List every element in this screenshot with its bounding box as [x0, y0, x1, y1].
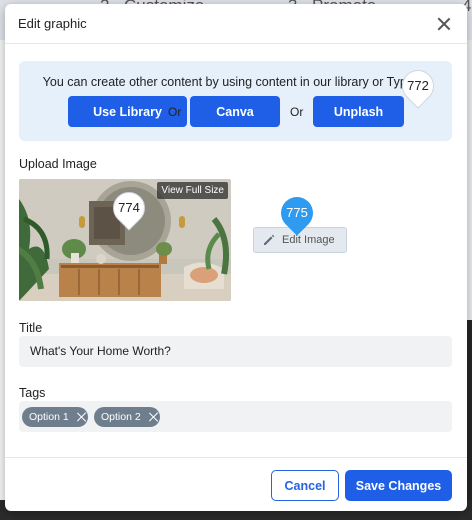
remove-tag-icon[interactable]	[76, 411, 88, 423]
content-source-banner: You can create other content by using co…	[19, 61, 452, 141]
modal-header: Edit graphic	[5, 4, 467, 44]
tag-chip: Option 2	[94, 407, 160, 427]
pencil-icon	[264, 234, 275, 245]
title-input-value: What's Your Home Worth?	[30, 344, 171, 358]
tag-chip-label: Option 2	[101, 411, 141, 423]
upload-image-label: Upload Image	[19, 157, 97, 171]
tags-input[interactable]: Option 1 Option 2	[19, 401, 452, 432]
marker-772: 772	[395, 63, 441, 110]
save-changes-button[interactable]: Save Changes	[345, 470, 452, 501]
title-input[interactable]: What's Your Home Worth?	[19, 336, 452, 367]
marker-774-label: 774	[118, 200, 140, 215]
unsplash-button[interactable]: Unplash	[313, 96, 404, 127]
tag-chip-label: Option 1	[29, 411, 69, 423]
modal-title: Edit graphic	[18, 16, 87, 31]
marker-774: 774	[106, 185, 152, 232]
marker-775: 775	[274, 190, 320, 237]
modal-footer: Cancel Save Changes	[5, 457, 467, 511]
tag-chip: Option 1	[22, 407, 88, 427]
close-icon[interactable]	[434, 14, 454, 34]
banner-text: You can create other content by using co…	[42, 75, 429, 89]
or-separator-1: Or	[168, 105, 182, 119]
cancel-button[interactable]: Cancel	[271, 470, 339, 501]
or-separator-2: Or	[290, 105, 304, 119]
canva-button[interactable]: Canva	[190, 96, 280, 127]
view-full-size-button[interactable]: View Full Size	[157, 182, 228, 199]
edit-graphic-modal: Edit graphic You can create other conten…	[5, 4, 467, 511]
title-label: Title	[19, 321, 43, 335]
remove-tag-icon[interactable]	[148, 411, 160, 423]
tags-label: Tags	[19, 386, 46, 400]
marker-772-label: 772	[407, 78, 429, 93]
marker-775-label: 775	[286, 205, 308, 220]
